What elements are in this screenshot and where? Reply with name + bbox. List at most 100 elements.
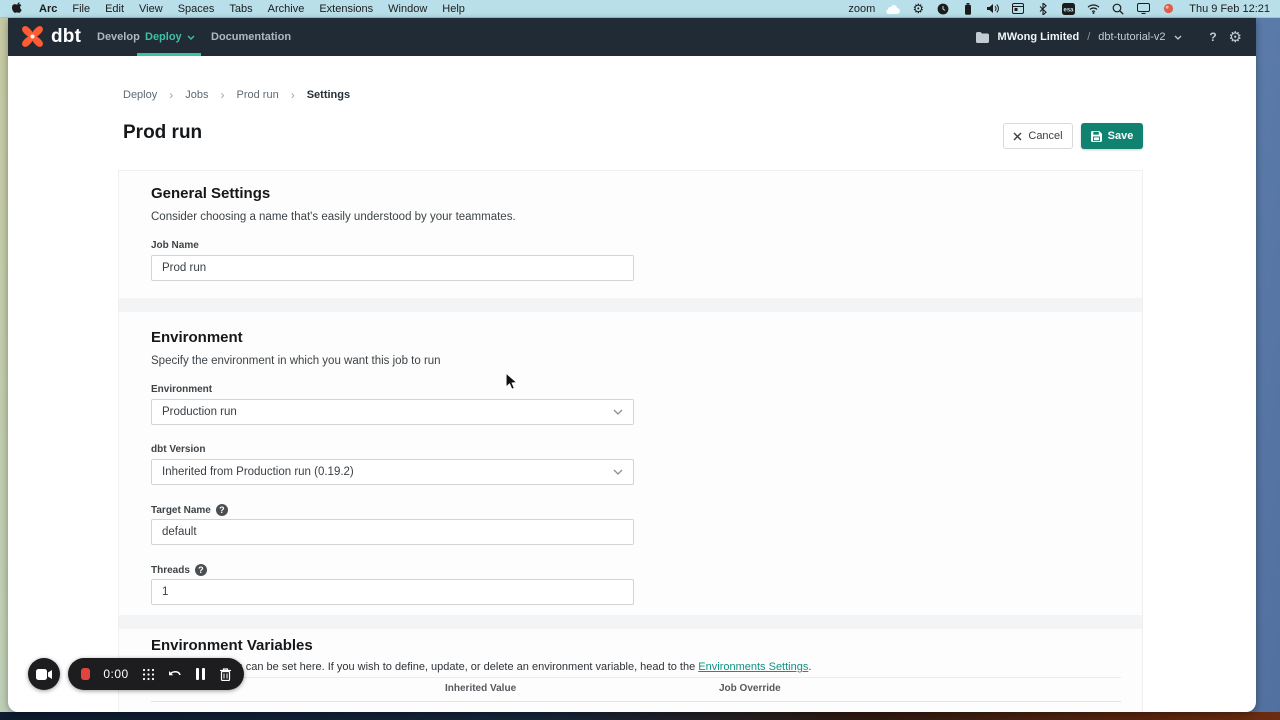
project-chevron-down-icon[interactable] [1174, 35, 1182, 40]
chevron-down-icon [613, 409, 623, 415]
breadcrumb-separator-icon: › [221, 88, 225, 102]
zoom-menu-label[interactable]: zoom [848, 3, 875, 15]
recorder-camera-button[interactable] [28, 658, 60, 690]
recording-timer: 0:00 [103, 667, 128, 681]
environment-title: Environment [151, 329, 243, 346]
threads-help-icon[interactable]: ? [195, 564, 207, 576]
browser-window: dbt Develop Deploy Documentation MWong L… [8, 18, 1256, 712]
mouse-cursor [505, 372, 519, 392]
svg-text:esa: esa [1063, 7, 1074, 13]
section-divider [119, 298, 1142, 312]
apple-menu-icon[interactable] [10, 2, 24, 16]
breadcrumb-settings: Settings [307, 89, 350, 101]
page-title: Prod run [123, 122, 202, 144]
section-divider [119, 615, 1142, 629]
navbar-account-area: MWong Limited / dbt-tutorial-v2 ? ⚙ [976, 18, 1242, 56]
dbt-version-select[interactable]: Inherited from Production run (0.19.2) [151, 459, 634, 485]
settings-gear-icon[interactable]: ⚙ [1229, 30, 1242, 45]
dbt-logo-text: dbt [51, 26, 81, 48]
dbt-version-label: dbt Version [151, 444, 205, 455]
environment-select-value: Production run [162, 406, 237, 418]
chevron-down-icon [613, 469, 623, 475]
general-settings-subtitle: Consider choosing a name that's easily u… [151, 211, 516, 223]
menubar-clock[interactable]: Thu 9 Feb 12:21 [1189, 3, 1270, 15]
menubar-item-spaces[interactable]: Spaces [178, 3, 215, 15]
environments-settings-link[interactable]: Environments Settings [698, 661, 808, 673]
record-stop-button[interactable] [81, 668, 90, 680]
screen: Arc File Edit View Spaces Tabs Archive E… [0, 0, 1280, 720]
folder-icon [976, 30, 990, 44]
volume-icon[interactable] [986, 2, 1000, 16]
battery-icon[interactable] [961, 2, 975, 16]
nav-link-develop[interactable]: Develop [97, 18, 140, 56]
project-name[interactable]: dbt-tutorial-v2 [1098, 31, 1165, 43]
clock-icon[interactable] [936, 2, 950, 16]
column-job-override: Job Override [719, 683, 781, 694]
env-vars-table-header: Inherited Value Job Override [151, 677, 1121, 702]
job-name-label: Job Name [151, 240, 199, 251]
dbt-logo[interactable]: dbt [20, 24, 81, 49]
desktop-wallpaper-bottom [0, 712, 1280, 720]
menubar-item-tabs[interactable]: Tabs [229, 3, 252, 15]
bluetooth-icon[interactable] [1036, 2, 1050, 16]
display-icon[interactable] [1136, 2, 1150, 16]
pause-icon[interactable] [195, 667, 207, 682]
status-dot-icon[interactable] [1161, 2, 1175, 16]
deploy-active-underline [137, 53, 201, 56]
account-name[interactable]: MWong Limited [998, 31, 1080, 43]
job-name-input[interactable] [151, 255, 634, 281]
recorder-toolbar: 0:00 [68, 658, 244, 690]
save-button[interactable]: Save [1081, 123, 1143, 149]
job-settings-card: General Settings Consider choosing a nam… [118, 170, 1143, 712]
cancel-button-label: Cancel [1028, 130, 1062, 142]
menubar-item-edit[interactable]: Edit [105, 3, 124, 15]
menubar-item-archive[interactable]: Archive [268, 3, 305, 15]
breadcrumb-prod-run[interactable]: Prod run [237, 89, 279, 101]
target-name-label-text: Target Name [151, 505, 211, 516]
breadcrumb-deploy[interactable]: Deploy [123, 89, 157, 101]
wifi-icon[interactable] [1086, 2, 1100, 16]
drag-handle-icon[interactable] [142, 667, 155, 682]
environment-variables-title: Environment Variables [151, 637, 313, 654]
threads-input[interactable] [151, 579, 634, 605]
gear-icon[interactable]: ⚙ [911, 2, 925, 16]
dbt-navbar: dbt Develop Deploy Documentation MWong L… [8, 18, 1256, 56]
env-vars-description-period: . [808, 661, 811, 673]
undo-icon[interactable] [168, 667, 182, 682]
input-source-icon[interactable]: esa [1061, 2, 1075, 16]
macos-menubar: Arc File Edit View Spaces Tabs Archive E… [0, 0, 1280, 18]
nav-link-documentation[interactable]: Documentation [211, 18, 291, 56]
close-icon [1013, 132, 1022, 141]
environment-variables-description: Job level overrides can be set here. If … [151, 661, 811, 673]
column-inherited-value: Inherited Value [445, 683, 516, 694]
target-name-help-icon[interactable]: ? [216, 504, 228, 516]
menubar-item-view[interactable]: View [139, 3, 163, 15]
calendar-icon[interactable] [1011, 2, 1025, 16]
threads-label: Threads ? [151, 564, 207, 576]
dbt-version-select-value: Inherited from Production run (0.19.2) [162, 466, 354, 478]
save-button-label: Save [1108, 130, 1134, 142]
save-icon [1091, 131, 1102, 142]
search-icon[interactable] [1111, 2, 1125, 16]
trash-icon[interactable] [219, 667, 231, 682]
cancel-button[interactable]: Cancel [1003, 123, 1073, 149]
nav-link-deploy-label: Deploy [145, 18, 182, 56]
environment-select[interactable]: Production run [151, 399, 634, 425]
help-icon[interactable]: ? [1206, 30, 1221, 45]
environment-subtitle: Specify the environment in which you wan… [151, 355, 441, 367]
account-project-separator: / [1087, 31, 1090, 43]
cloud-icon[interactable] [886, 2, 900, 16]
general-settings-title: General Settings [151, 185, 270, 202]
nav-link-deploy[interactable]: Deploy [145, 18, 195, 56]
menubar-status-area: zoom ⚙ esa [848, 2, 1270, 16]
menubar-item-extensions[interactable]: Extensions [319, 3, 373, 15]
target-name-label: Target Name ? [151, 504, 228, 516]
threads-label-text: Threads [151, 565, 190, 576]
menubar-item-help[interactable]: Help [442, 3, 465, 15]
breadcrumb-jobs[interactable]: Jobs [185, 89, 208, 101]
menubar-item-window[interactable]: Window [388, 3, 427, 15]
menubar-item-arc[interactable]: Arc [39, 3, 57, 15]
target-name-input[interactable] [151, 519, 634, 545]
breadcrumb-separator-icon: › [169, 88, 173, 102]
menubar-item-file[interactable]: File [72, 3, 90, 15]
